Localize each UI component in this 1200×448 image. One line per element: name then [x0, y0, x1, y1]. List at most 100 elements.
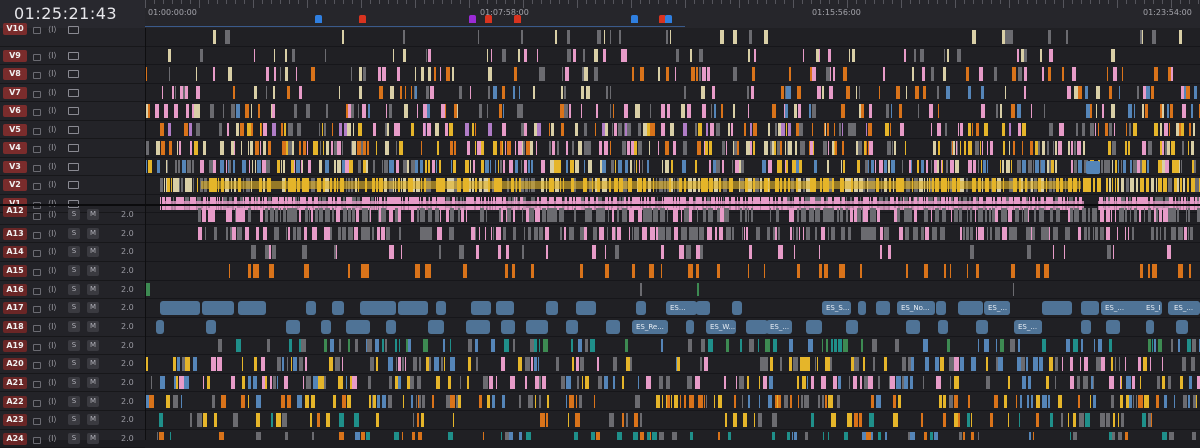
- timeline-clip[interactable]: [1105, 122, 1108, 136]
- timeline-clip[interactable]: [1188, 394, 1190, 409]
- timeline-clip[interactable]: [764, 357, 768, 371]
- timeline-clip[interactable]: [844, 431, 848, 440]
- timeline-clip[interactable]: [649, 141, 650, 155]
- timeline-clip[interactable]: [661, 263, 662, 278]
- track-label[interactable]: A19: [3, 339, 27, 352]
- timeline-clip[interactable]: [490, 159, 491, 173]
- timeline-clip[interactable]: [972, 30, 976, 44]
- timeline-clip[interactable]: [632, 226, 633, 241]
- timeline-clip[interactable]: [1163, 178, 1167, 192]
- timeline-clip[interactable]: [475, 226, 476, 241]
- timeline-clip[interactable]: [1109, 85, 1112, 99]
- timeline-clip[interactable]: [161, 141, 165, 155]
- timeline-clip[interactable]: [306, 394, 309, 409]
- timeline-clip[interactable]: [812, 122, 813, 136]
- timeline-clip[interactable]: [1136, 394, 1137, 409]
- timeline-clip[interactable]: [226, 159, 227, 173]
- timeline-clip[interactable]: [416, 394, 417, 409]
- timeline-clip[interactable]: [700, 357, 702, 371]
- timeline-clip[interactable]: [280, 208, 281, 222]
- timeline-clip[interactable]: [428, 104, 430, 118]
- timeline-clip[interactable]: [724, 208, 729, 222]
- timeline-clip[interactable]: [421, 67, 424, 81]
- timeline-clip[interactable]: [507, 141, 511, 155]
- timeline-clip[interactable]: [972, 122, 973, 136]
- timeline-clip[interactable]: [793, 357, 798, 371]
- timeline-clip[interactable]: [581, 104, 582, 118]
- timeline-clip[interactable]: [1130, 178, 1134, 192]
- timeline-clip[interactable]: [164, 104, 168, 118]
- timeline-clip[interactable]: [801, 208, 806, 222]
- timeline-clip[interactable]: [1042, 67, 1044, 81]
- timeline-clip[interactable]: [594, 67, 598, 81]
- timeline-marker[interactable]: [485, 15, 492, 23]
- timeline-clip[interactable]: [1032, 226, 1035, 241]
- timeline-clip[interactable]: [251, 104, 252, 118]
- timeline-clip[interactable]: [1068, 413, 1069, 427]
- timeline-clip[interactable]: [718, 431, 720, 440]
- track-enable-icon[interactable]: [68, 162, 79, 171]
- timeline-clip[interactable]: [671, 394, 672, 409]
- timeline-clip[interactable]: [736, 375, 737, 390]
- timeline-clip[interactable]: [450, 357, 455, 371]
- timeline-clip[interactable]: [526, 431, 531, 440]
- timeline-clip[interactable]: [710, 122, 714, 136]
- timeline-clip[interactable]: [352, 141, 356, 155]
- timeline-clip[interactable]: [911, 357, 914, 371]
- timeline-clip[interactable]: [661, 338, 663, 353]
- timeline-clip[interactable]: [790, 226, 792, 241]
- timeline-clip[interactable]: [1106, 178, 1108, 192]
- timeline-clip[interactable]: [356, 208, 359, 222]
- timeline-clip[interactable]: [1101, 159, 1103, 173]
- timeline-clip[interactable]: [825, 122, 826, 136]
- timeline-clip[interactable]: [577, 375, 579, 390]
- timeline-clip[interactable]: [731, 122, 733, 136]
- timeline-clip[interactable]: [985, 208, 987, 222]
- timeline-clip[interactable]: [885, 431, 887, 440]
- audio-clip[interactable]: [906, 319, 920, 334]
- timeline-clip[interactable]: [330, 338, 334, 353]
- timeline-clip[interactable]: [466, 208, 467, 222]
- timeline-clip[interactable]: [895, 338, 899, 353]
- timeline-clip[interactable]: [815, 357, 816, 371]
- timeline-clip[interactable]: [924, 431, 927, 440]
- timeline-clip[interactable]: [372, 226, 374, 241]
- timeline-clip[interactable]: [604, 141, 608, 155]
- timeline-clip[interactable]: [146, 159, 147, 173]
- timeline-marker[interactable]: [469, 15, 476, 23]
- timeline-clip[interactable]: [359, 85, 362, 99]
- timeline-clip[interactable]: [146, 357, 148, 371]
- timeline-clip[interactable]: [254, 357, 257, 371]
- timeline-clip[interactable]: [396, 159, 399, 173]
- timeline-clip[interactable]: [501, 431, 502, 440]
- timeline-clip[interactable]: [1108, 141, 1111, 155]
- timeline-clip[interactable]: [168, 122, 171, 136]
- timeline-clip[interactable]: [1017, 48, 1019, 62]
- timeline-clip[interactable]: [1181, 159, 1182, 173]
- timeline-clip[interactable]: [418, 431, 422, 440]
- timeline-clip[interactable]: [534, 226, 538, 241]
- timeline-clip[interactable]: [1082, 122, 1085, 136]
- timeline-clip[interactable]: [513, 208, 515, 222]
- timeline-clip[interactable]: [899, 226, 903, 241]
- timeline-clip[interactable]: [859, 413, 862, 427]
- timeline-clip[interactable]: [1076, 122, 1078, 136]
- timeline-clip[interactable]: [990, 141, 993, 155]
- timeline-clip[interactable]: [438, 208, 439, 222]
- auto-select-icon[interactable]: ⟨I⟩: [48, 69, 57, 78]
- timeline-clip[interactable]: [297, 122, 301, 136]
- timeline-clip[interactable]: [1089, 178, 1091, 192]
- timeline-clip[interactable]: [449, 226, 454, 241]
- timeline-clip[interactable]: [1174, 394, 1175, 409]
- timeline-clip[interactable]: [338, 226, 341, 241]
- audio-clip[interactable]: [436, 301, 446, 316]
- timeline-clip[interactable]: [146, 141, 149, 155]
- timeline-clip[interactable]: [931, 67, 934, 81]
- timeline-clip[interactable]: [240, 122, 244, 136]
- timeline-clip[interactable]: [210, 104, 214, 118]
- timeline-clip[interactable]: [1029, 431, 1031, 440]
- timeline-clip[interactable]: [838, 375, 841, 390]
- solo-button[interactable]: S: [68, 264, 80, 276]
- timeline-clip[interactable]: [398, 357, 401, 371]
- timeline-clip[interactable]: [368, 375, 371, 390]
